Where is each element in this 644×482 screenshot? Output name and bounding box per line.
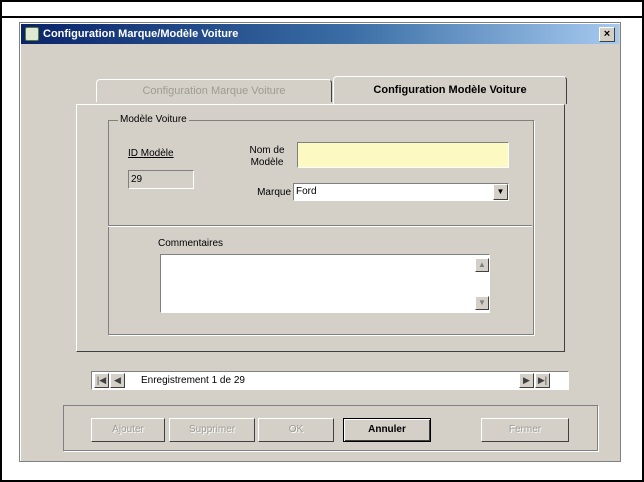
chevron-down-icon[interactable]: ▼	[493, 184, 508, 200]
marque-select[interactable]: Ford ▼	[293, 183, 509, 201]
close-button[interactable]: ×	[599, 27, 615, 42]
window-title: Configuration Marque/Modèle Voiture	[43, 28, 239, 40]
nom-modele-input[interactable]	[297, 142, 509, 168]
tab-marque[interactable]: Configuration Marque Voiture	[96, 79, 332, 102]
record-count: Enregistrement 1 de 29	[141, 375, 245, 386]
group-legend: Modèle Voiture	[118, 114, 189, 125]
id-modele-value: 29	[131, 174, 143, 185]
marque-value: Ford	[296, 186, 317, 197]
ajouter-button[interactable]: Ajouter	[91, 418, 165, 442]
group-separator	[108, 225, 532, 227]
marque-label: Marque	[257, 187, 291, 198]
prev-record-icon[interactable]: ◀	[110, 373, 125, 388]
last-record-icon[interactable]: ▶|	[535, 373, 550, 388]
record-navigator: |◀ ◀ Enregistrement 1 de 29 ▶ ▶|	[91, 371, 569, 390]
fermer-button[interactable]: Fermer	[481, 418, 569, 442]
supprimer-button[interactable]: Supprimer	[169, 418, 255, 442]
tab-modele[interactable]: Configuration Modèle Voiture	[333, 76, 567, 104]
ok-button[interactable]: OK	[258, 418, 334, 442]
app-icon	[25, 27, 39, 41]
comment-label: Commentaires	[158, 238, 224, 249]
next-record-icon[interactable]: ▶	[519, 373, 534, 388]
id-modele-label: ID Modèle	[128, 148, 174, 159]
comment-textarea[interactable]	[160, 254, 490, 313]
annuler-button[interactable]: Annuler	[343, 418, 431, 442]
scroll-up-icon[interactable]: ▲	[475, 258, 489, 272]
top-strip	[2, 2, 642, 18]
scroll-down-icon[interactable]: ▼	[475, 296, 489, 310]
nom-label-line2: Modèle	[250, 157, 284, 168]
nom-label-line1: Nom de	[249, 145, 285, 156]
id-modele-field: 29	[128, 170, 194, 189]
first-record-icon[interactable]: |◀	[94, 373, 109, 388]
title-bar: Configuration Marque/Modèle Voiture ×	[21, 24, 619, 44]
